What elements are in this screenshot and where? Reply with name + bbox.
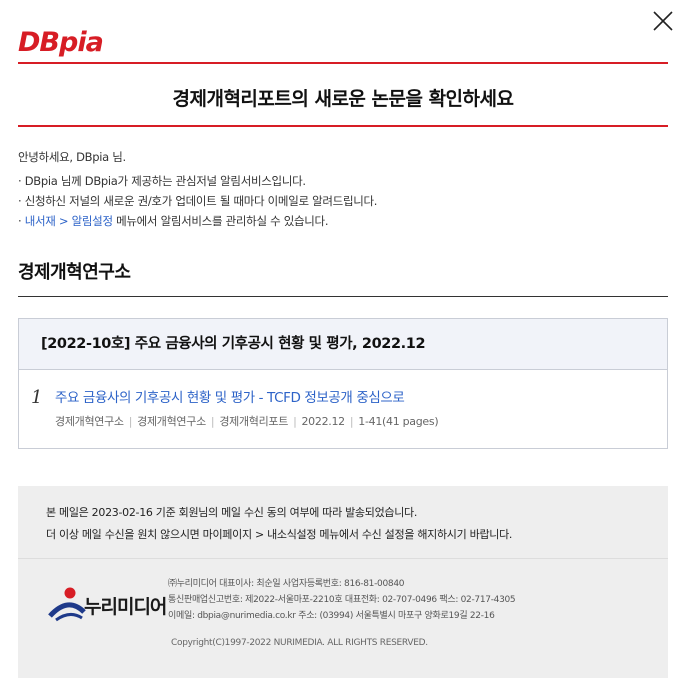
paper-publisher: 경제개혁연구소 bbox=[137, 415, 206, 428]
paper-journal: 경제개혁리포트 bbox=[219, 415, 289, 428]
intro-line-3-prefix: · bbox=[18, 214, 25, 228]
issue-title[interactable]: [2022-10호] 주요 금융사의 기후공시 현황 및 평가, 2022.12 bbox=[19, 319, 667, 370]
copyright: Copyright(C)1997-2022 NURIMEDIA. ALL RIG… bbox=[171, 638, 428, 648]
intro-line-2: · 신청하신 저널의 새로운 권/호가 업데이트 될 때마다 이메일로 알려드립… bbox=[18, 194, 378, 208]
paper-number: 1 bbox=[31, 387, 43, 408]
issue-card: [2022-10호] 주요 금융사의 기후공시 현황 및 평가, 2022.12… bbox=[18, 318, 668, 449]
page-title: 경제개혁리포트의 새로운 논문을 확인하세요 bbox=[172, 88, 514, 110]
nurimedia-mark-icon bbox=[48, 587, 86, 622]
footer-divider bbox=[18, 558, 668, 559]
company-info-line-2: 통신판매업신고번호: 제2022-서울마포-2210호 대표전화: 02-707… bbox=[168, 595, 516, 605]
paper-title-link[interactable]: 주요 금융사의 기후공시 현황 및 평가 - TCFD 정보공개 중심으로 bbox=[55, 386, 405, 406]
paper-date: 2022.12 bbox=[301, 415, 345, 428]
close-icon[interactable] bbox=[652, 10, 674, 32]
journal-divider bbox=[18, 296, 668, 297]
alert-settings-link[interactable]: 내서재 > 알림설정 bbox=[25, 214, 113, 228]
paper-meta: 경제개혁연구소 | 경제개혁연구소 | 경제개혁리포트 | 2022.12 | 1-41(41 … bbox=[55, 413, 439, 429]
intro-line-3-suffix: 메뉴에서 알림서비스를 관리하실 수 있습니다. bbox=[112, 214, 329, 228]
paper-item: 1 주요 금융사의 기후공시 현황 및 평가 - TCFD 정보공개 중심으로 … bbox=[19, 370, 667, 448]
intro-line-3: · 내서재 > 알림설정 메뉴에서 알림서비스를 관리하실 수 있습니다. bbox=[18, 211, 377, 231]
dbpia-logo[interactable]: DBpia bbox=[18, 28, 104, 58]
meta-separator: | bbox=[128, 415, 133, 428]
nurimedia-logo-text: 누리미디어 bbox=[84, 596, 167, 618]
company-info: ㈜누리미디어 대표이사: 최순일 사업자등록번호: 816-81-00840 통… bbox=[168, 576, 516, 624]
meta-separator: | bbox=[210, 415, 215, 428]
title-divider bbox=[18, 125, 668, 127]
nurimedia-logo: 누리미디어 bbox=[48, 586, 173, 622]
intro-line-1: · DBpia 님께 DBpia가 제공하는 관심저널 알림서비스입니다. bbox=[18, 174, 306, 188]
footer-notice: 본 메일은 2023-02-16 기준 회원님의 메일 수신 동의 여부에 따라… bbox=[46, 502, 512, 546]
footer-notice-line-2: 더 이상 메일 수신을 원치 않으시면 마이페이지 > 내소식설정 메뉴에서 수… bbox=[46, 528, 513, 541]
header-divider bbox=[18, 62, 668, 64]
company-info-line-1: ㈜누리미디어 대표이사: 최순일 사업자등록번호: 816-81-00840 bbox=[168, 579, 405, 589]
footer: 본 메일은 2023-02-16 기준 회원님의 메일 수신 동의 여부에 따라… bbox=[18, 486, 668, 678]
intro-text: 안녕하세요, DBpia 님. · DBpia 님께 DBpia가 제공하는 관… bbox=[18, 147, 377, 231]
greeting: 안녕하세요, DBpia 님. bbox=[18, 150, 126, 164]
journal-name: 경제개혁연구소 bbox=[18, 262, 131, 283]
meta-separator: | bbox=[349, 415, 354, 428]
paper-pages: 1-41(41 pages) bbox=[358, 415, 439, 428]
footer-notice-line-1: 본 메일은 2023-02-16 기준 회원님의 메일 수신 동의 여부에 따라… bbox=[46, 506, 418, 519]
paper-author: 경제개혁연구소 bbox=[55, 415, 124, 428]
company-info-line-3: 이메일: dbpia@nurimedia.co.kr 주소: (03994) 서… bbox=[168, 611, 495, 621]
meta-separator: | bbox=[293, 415, 297, 428]
